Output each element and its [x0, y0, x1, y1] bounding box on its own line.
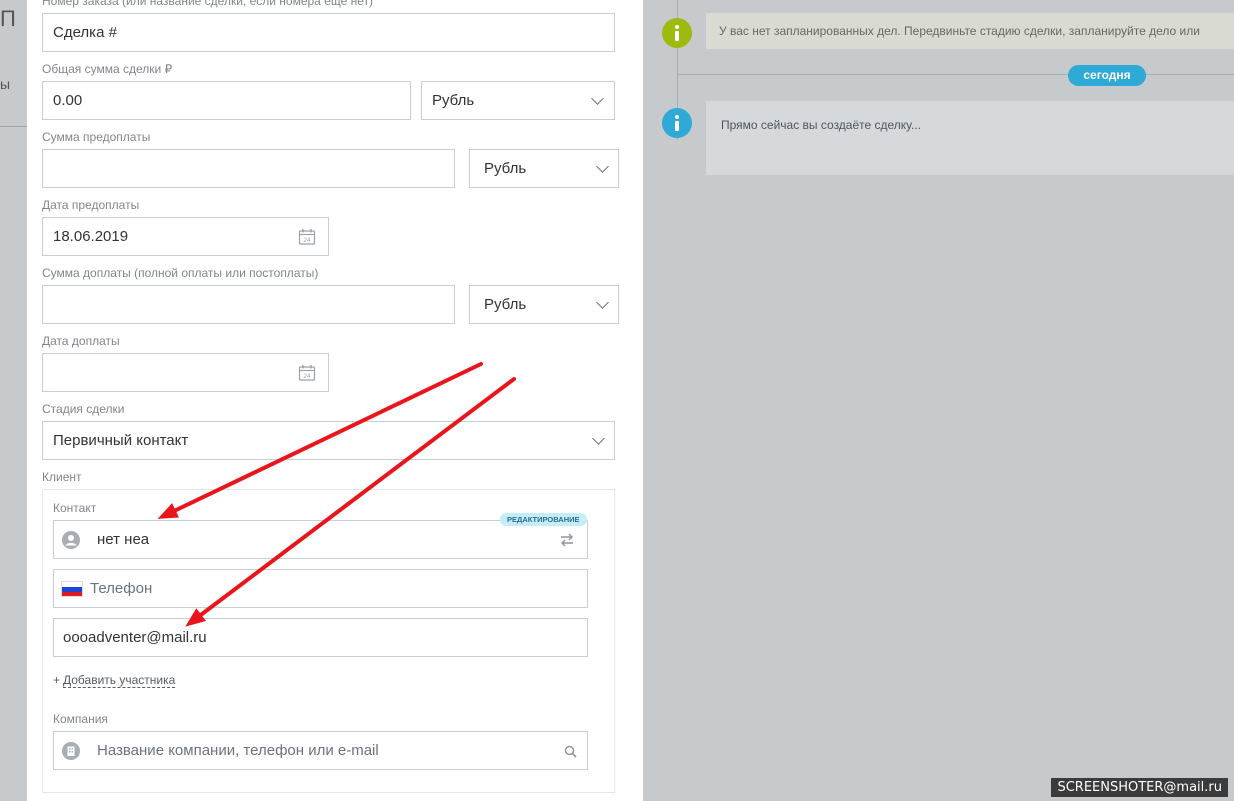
- arrow-annotation: [185, 377, 516, 627]
- annotation-layer: [157, 362, 516, 627]
- watermark: SCREENSHOTER@mail.ru: [1051, 778, 1228, 797]
